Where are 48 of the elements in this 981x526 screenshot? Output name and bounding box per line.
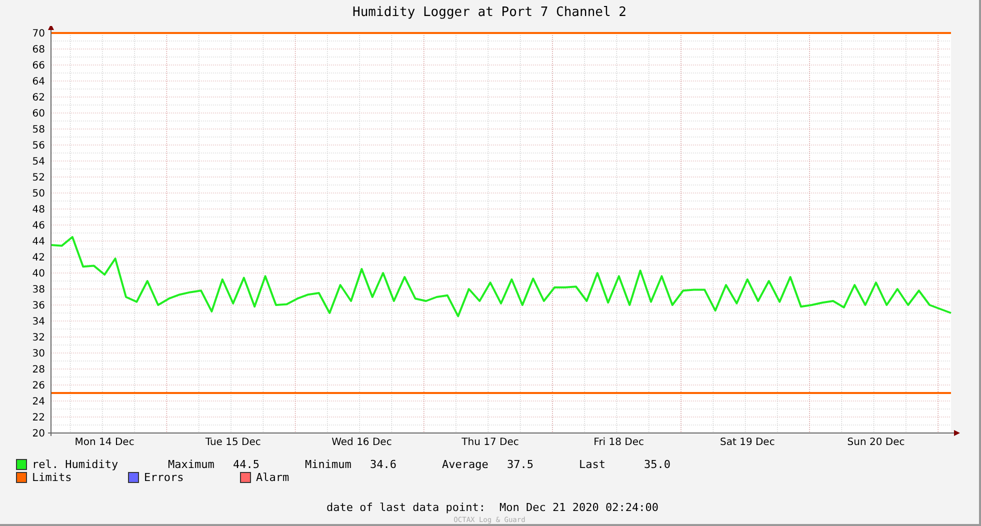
legend-label: rel. Humidity [32,458,118,470]
stat-value: 44.5 [233,458,260,470]
y-tick-label: 26 [32,380,45,392]
y-tick-label: 52 [32,172,45,184]
stat-value: 34.6 [370,458,396,470]
y-tick-label: 34 [32,316,45,328]
x-tick-label: Sun 20 Dec [847,436,905,448]
stat-value: 37.5 [507,458,534,470]
y-tick-label: 22 [32,412,45,424]
y-tick-label: 58 [32,124,45,136]
y-tick-label: 50 [32,188,45,200]
y-tick-label: 54 [32,156,45,168]
stat-label: Minimum [305,458,352,470]
stat-label: Maximum [168,458,216,470]
y-tick-label: 32 [32,332,45,344]
y-tick-label: 40 [32,268,45,280]
x-tick-label: Thu 17 Dec [462,436,519,448]
y-tick-label: 44 [32,236,45,248]
y-tick-label: 20 [32,428,45,440]
stat-label: Average [442,458,490,470]
y-tick-label: 66 [32,60,45,72]
legend-label: Alarm [256,470,290,484]
x-tick-label: Wed 16 Dec [332,436,392,448]
y-tick-label: 64 [32,76,45,88]
y-tick-label: 36 [32,300,45,312]
y-tick-label: 46 [32,220,45,232]
y-tick-label: 48 [32,204,45,216]
x-tick-label: Fri 18 Dec [594,436,644,448]
y-tick-label: 70 [32,28,45,40]
stat-value: 35.0 [644,458,670,470]
y-tick-label: 24 [32,396,45,408]
x-tick-label: Mon 14 Dec [74,436,134,448]
footer-label: date of last data point: [326,500,486,516]
y-tick-label: 60 [32,108,45,120]
legend-label: Errors [144,470,184,484]
footer-value: Mon Dec 21 2020 02:24:00 [500,500,658,516]
y-tick-label: 56 [32,140,45,152]
x-tick-label: Tue 15 Dec [205,436,261,448]
y-tick-label: 62 [32,92,45,104]
x-tick-label: Sat 19 Dec [720,436,775,448]
stat-label: Last [579,458,606,470]
chart-title: Humidity Logger at Port 7 Channel 2 [352,4,626,22]
legend-label: Limits [32,470,72,484]
y-tick-label: 68 [32,44,45,56]
y-tick-label: 38 [32,284,45,296]
y-tick-label: 30 [32,348,45,360]
y-tick-label: 28 [32,364,45,376]
y-tick-label: 42 [32,252,45,264]
